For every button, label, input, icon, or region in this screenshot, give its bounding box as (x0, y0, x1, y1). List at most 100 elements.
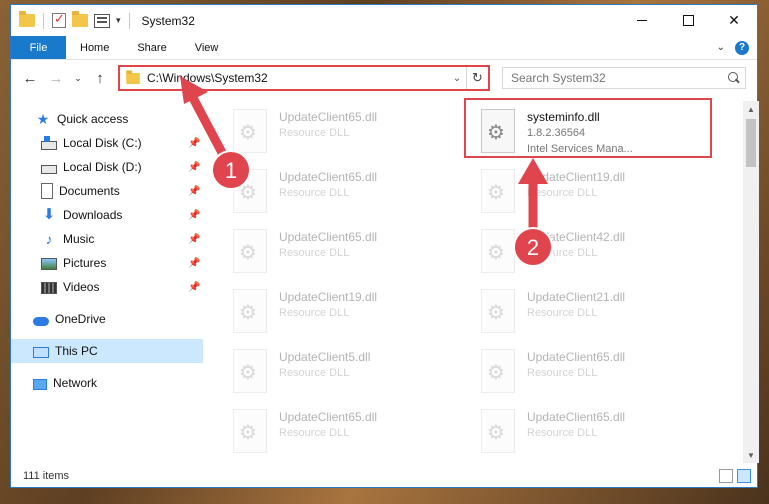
ribbon-tabs: File Home Share View ⌄ ? (11, 36, 757, 60)
nav-item-local-disk-d[interactable]: Local Disk (D:) 📌 (11, 155, 203, 179)
file-type: Resource DLL (527, 187, 598, 199)
file-name: UpdateClient19.dll (527, 170, 626, 184)
properties-icon[interactable] (94, 13, 110, 28)
nav-item-label: Quick access (57, 112, 129, 126)
file-tile[interactable]: UpdateClient65.dll Resource DLL (475, 345, 713, 401)
pin-icon[interactable]: 📌 (188, 234, 200, 245)
network-icon (33, 378, 47, 390)
nav-item-label: Pictures (63, 256, 107, 270)
status-bar: 111 items (11, 465, 757, 487)
scroll-down-icon[interactable]: ▼ (743, 447, 759, 463)
file-tile[interactable]: UpdateClient65.dll Resource DLL (227, 405, 465, 461)
customize-toolbar-dropdown-icon[interactable]: ▾ (116, 15, 121, 26)
tab-share[interactable]: Share (123, 36, 180, 59)
search-input[interactable] (503, 68, 723, 88)
forward-arrow-icon[interactable]: → (43, 70, 69, 87)
window-title: System32 (141, 13, 195, 28)
file-tile[interactable]: UpdateClient42.dll Resource DLL (475, 225, 713, 281)
dll-file-icon (233, 169, 267, 213)
pin-icon[interactable]: 📌 (188, 282, 200, 293)
nav-item-documents[interactable]: Documents 📌 (11, 179, 203, 203)
nav-item-onedrive[interactable]: OneDrive (11, 307, 203, 331)
file-type: Resource DLL (279, 187, 350, 199)
file-type: Resource DLL (279, 427, 350, 439)
file-name: UpdateClient42.dll (527, 230, 626, 244)
tab-view[interactable]: View (181, 36, 233, 59)
new-folder-icon[interactable] (72, 11, 88, 27)
nav-item-downloads[interactable]: ⬇ Downloads 📌 (11, 203, 203, 227)
nav-item-label: Downloads (63, 208, 123, 222)
nav-item-pictures[interactable]: Pictures 📌 (11, 251, 203, 275)
file-name: UpdateClient65.dll (279, 410, 378, 424)
navigation-bar: ← → ⌄ ↑ C:\Windows\System32 ⌄ ↻ (11, 61, 757, 95)
file-tile[interactable]: UpdateClient65.dll Resource DLL (227, 165, 465, 221)
pin-icon[interactable]: 📌 (188, 186, 200, 197)
nav-item-label: Network (53, 376, 98, 390)
file-name: UpdateClient65.dll (527, 350, 626, 364)
nav-item-label: This PC (55, 344, 98, 358)
expand-ribbon-chevron-icon[interactable]: ⌄ (717, 42, 725, 53)
properties-check-icon[interactable] (52, 11, 66, 28)
dll-file-icon (481, 229, 515, 273)
nav-item-this-pc[interactable]: This PC (11, 339, 203, 363)
file-type: Resource DLL (279, 127, 350, 139)
help-icon[interactable]: ? (735, 40, 749, 55)
tab-file[interactable]: File (11, 36, 66, 59)
scrollbar-thumb[interactable] (746, 119, 756, 167)
file-tile[interactable]: UpdateClient5.dll Resource DLL (227, 345, 465, 401)
dll-file-icon (481, 349, 515, 393)
search-box[interactable] (502, 67, 746, 89)
file-type: Resource DLL (279, 247, 350, 259)
file-type: Resource DLL (279, 307, 350, 319)
minimize-button[interactable] (619, 5, 665, 36)
dll-file-icon (233, 229, 267, 273)
documents-icon (41, 183, 53, 199)
caption-buttons: ✕ (619, 5, 757, 36)
file-type: Resource DLL (527, 367, 598, 379)
folder-icon (19, 11, 35, 27)
file-type: Resource DLL (527, 307, 598, 319)
pin-icon[interactable]: 📌 (188, 162, 200, 173)
file-name: UpdateClient65.dll (279, 170, 378, 184)
file-tile[interactable]: UpdateClient19.dll Resource DLL (475, 165, 713, 221)
file-tile[interactable]: UpdateClient65.dll Resource DLL (227, 225, 465, 281)
recent-locations-chevron-icon[interactable]: ⌄ (69, 73, 87, 84)
nav-item-music[interactable]: ♪ Music 📌 (11, 227, 203, 251)
toolbar-separator (43, 12, 44, 29)
file-name: UpdateClient5.dll (279, 350, 371, 364)
nav-item-videos[interactable]: Videos 📌 (11, 275, 203, 299)
file-type: Resource DLL (279, 367, 350, 379)
nav-item-label: Videos (63, 280, 100, 294)
address-dropdown-chevron-icon[interactable]: ⌄ (448, 73, 466, 84)
refresh-icon[interactable]: ↻ (466, 67, 488, 89)
address-bar[interactable]: C:\Windows\System32 ⌄ ↻ (118, 65, 490, 91)
nav-item-label: Music (63, 232, 95, 246)
details-view-icon[interactable] (719, 469, 733, 483)
up-arrow-icon[interactable]: ↑ (87, 70, 113, 87)
file-tile[interactable]: UpdateClient65.dll Resource DLL (227, 105, 465, 161)
file-tile[interactable]: UpdateClient65.dll Resource DLL (475, 405, 713, 461)
pin-icon[interactable]: 📌 (188, 210, 200, 221)
vertical-scrollbar[interactable]: ▲ ▼ (743, 101, 759, 463)
music-icon: ♪ (45, 231, 53, 247)
this-pc-icon (33, 346, 49, 358)
maximize-button[interactable] (665, 5, 711, 36)
pin-icon[interactable]: 📌 (188, 258, 200, 269)
back-arrow-icon[interactable]: ← (17, 70, 43, 87)
file-tile[interactable]: UpdateClient19.dll Resource DLL (227, 285, 465, 341)
dll-file-icon (233, 109, 267, 153)
file-type: Resource DLL (527, 427, 598, 439)
nav-item-local-disk-c[interactable]: Local Disk (C:) 📌 (11, 131, 203, 155)
large-icons-view-icon[interactable] (737, 469, 751, 483)
tab-home[interactable]: Home (66, 36, 123, 59)
nav-item-network[interactable]: Network (11, 371, 203, 395)
file-tile[interactable]: UpdateClient21.dll Resource DLL (475, 285, 713, 341)
pin-icon[interactable]: 📌 (188, 138, 200, 149)
onedrive-icon (33, 317, 49, 326)
scroll-up-icon[interactable]: ▲ (743, 101, 759, 117)
close-button[interactable]: ✕ (711, 5, 757, 36)
search-icon[interactable] (723, 68, 745, 88)
nav-item-quick-access[interactable]: ★ Quick access (11, 107, 203, 131)
file-name: UpdateClient65.dll (279, 110, 378, 124)
address-path[interactable]: C:\Windows\System32 (147, 71, 448, 85)
